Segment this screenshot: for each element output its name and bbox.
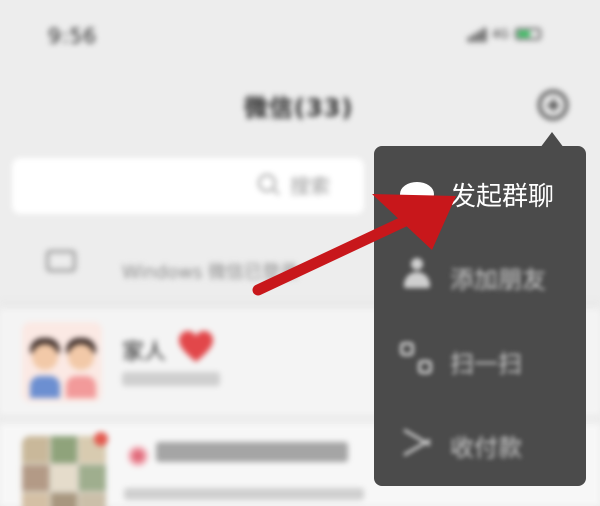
menu-item-scan[interactable]: 扫一扫 — [374, 320, 586, 400]
add-friend-icon — [404, 258, 430, 292]
menu-item-label: 扫一扫 — [450, 350, 522, 378]
plus-popup-menu: 发起群聊 添加朋友 扫一扫 收付款 — [374, 146, 586, 486]
menu-item-start-group-chat[interactable]: 发起群聊 — [374, 152, 586, 232]
battery-icon — [514, 28, 541, 40]
menu-item-add-friend[interactable]: 添加朋友 — [374, 236, 586, 316]
group-avatar — [22, 436, 106, 506]
menu-item-money[interactable]: 收付款 — [374, 404, 586, 484]
chat-preview — [124, 488, 364, 500]
menu-item-label: 收付款 — [450, 434, 522, 462]
network-label: 4G — [492, 27, 509, 41]
chat-bubble-icon — [400, 182, 434, 211]
chat-name: 家人 — [122, 340, 167, 365]
search-placeholder: 搜索 — [290, 174, 330, 198]
chat-name — [156, 442, 348, 462]
pay-icon — [402, 430, 432, 456]
windows-login-banner[interactable]: Windows 微信已登录 — [122, 258, 298, 284]
plus-circle-icon[interactable] — [538, 90, 568, 120]
page-title: 微信(33) — [244, 94, 354, 122]
heart-icon — [179, 331, 213, 362]
scan-icon — [400, 342, 432, 374]
flower-icon — [128, 446, 148, 466]
menu-item-label: 添加朋友 — [450, 266, 546, 294]
status-time: 9:56 — [48, 24, 97, 48]
signal-icon — [468, 26, 486, 42]
unread-badge — [94, 432, 108, 446]
monitor-icon — [46, 250, 76, 272]
search-icon — [258, 174, 276, 192]
wechat-screen: 9:56 4G 微信(33) 搜索 Windows 微信已登录 家人 发起群聊 … — [0, 0, 600, 506]
chat-preview — [122, 372, 220, 386]
menu-item-label: 发起群聊 — [450, 182, 555, 212]
status-indicators: 4G — [468, 26, 541, 42]
avatar — [22, 322, 102, 402]
